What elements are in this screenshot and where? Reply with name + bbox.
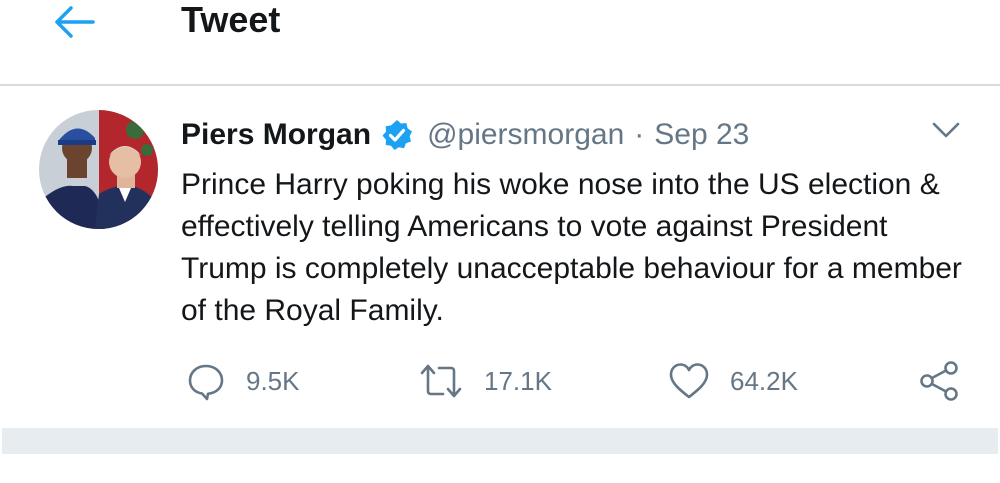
back-arrow-icon	[55, 6, 95, 38]
like-button[interactable]: 64.2K	[668, 358, 798, 404]
like-count: 64.2K	[730, 365, 798, 396]
reply-icon	[188, 364, 224, 401]
retweet-count: 17.1K	[484, 365, 552, 396]
reply-button[interactable]: 9.5K	[186, 358, 300, 404]
page-title: Tweet	[181, 0, 281, 40]
reply-count: 9.5K	[246, 365, 300, 396]
like-icon	[669, 363, 709, 399]
avatar[interactable]	[39, 110, 158, 229]
tweet-text: Prince Harry poking his woke nose into t…	[181, 168, 962, 327]
section-divider	[2, 428, 998, 454]
back-button[interactable]	[50, 0, 98, 44]
share-button[interactable]	[918, 358, 960, 404]
author-handle[interactable]: @piersmorgan	[427, 118, 624, 152]
tweet-date[interactable]: Sep 23	[654, 118, 749, 152]
retweet-icon	[420, 364, 462, 398]
share-icon	[920, 361, 958, 401]
top-app-bar: Tweet	[0, 0, 1000, 86]
more-options-button[interactable]	[930, 118, 962, 142]
tweet-header: Piers Morgan @piersmorgan · Sep 23	[181, 113, 749, 157]
chevron-down-icon	[932, 122, 960, 138]
verified-badge-icon	[381, 119, 413, 151]
tweet-actions: 9.5K 17.1K 64.2K	[0, 358, 1000, 404]
author-name[interactable]: Piers Morgan	[181, 118, 371, 152]
meta-separator: ·	[634, 118, 645, 151]
retweet-button[interactable]: 17.1K	[418, 358, 552, 404]
